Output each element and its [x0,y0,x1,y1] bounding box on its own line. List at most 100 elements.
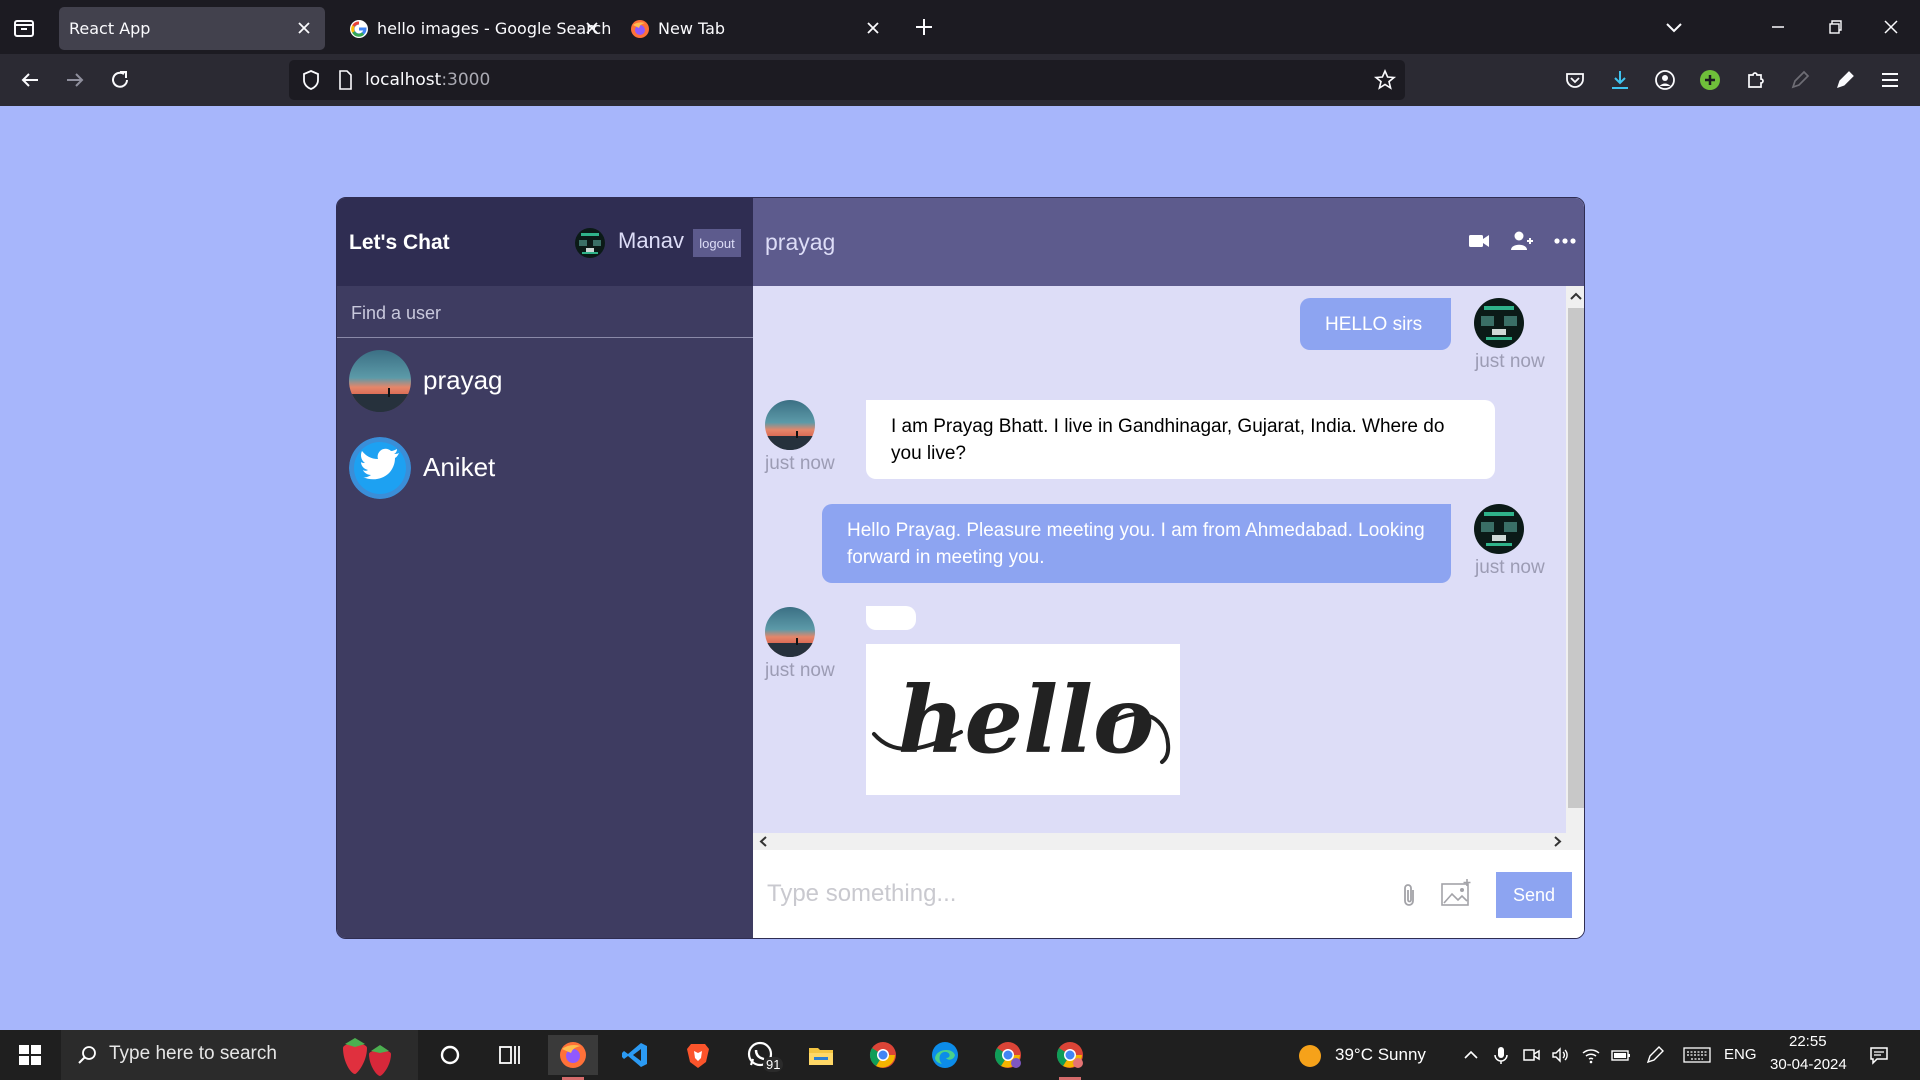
message-avatar [765,400,815,450]
volume-icon[interactable] [1550,1045,1570,1065]
message-avatar [1474,504,1524,554]
attach-paperclip-icon[interactable] [1398,881,1420,909]
new-tab-plus-icon[interactable] [910,13,938,41]
scroll-up-arrow-icon[interactable] [1566,286,1585,306]
message-bubble: Hello Prayag. Pleasure meeting you. I am… [822,504,1451,583]
pen-icon[interactable] [1831,66,1859,94]
taskbar-vscode-icon[interactable] [610,1035,660,1075]
scroll-left-arrow-icon[interactable] [755,833,772,850]
messages-list[interactable]: just now HELLO sirs just now I am Prayag… [753,286,1585,850]
shield-icon[interactable] [299,68,323,92]
forward-arrow-icon[interactable] [61,66,89,94]
browser-nav-bar: localhost:3000 [0,54,1920,106]
pen-disabled-icon[interactable] [1786,66,1814,94]
strawberry-doodle-icon[interactable] [337,1034,403,1078]
tab-overview-icon[interactable] [10,14,38,42]
user-search [337,286,753,338]
message-time: just now [765,660,835,681]
video-call-icon[interactable] [1466,228,1492,254]
add-image-icon[interactable] [1440,878,1472,908]
close-icon[interactable] [293,17,315,39]
scrollbar-thumb[interactable] [1568,308,1584,808]
vertical-scrollbar[interactable] [1566,286,1585,847]
language-indicator[interactable]: ENG [1724,1046,1757,1063]
downloads-icon[interactable] [1606,66,1634,94]
cortana-icon[interactable] [425,1035,475,1075]
firefox-icon [630,19,650,39]
message-input[interactable] [767,876,1387,912]
chat-header: prayag [753,198,1584,286]
wifi-icon[interactable] [1581,1045,1601,1065]
more-options-icon[interactable] [1552,228,1578,254]
windows-start-icon[interactable] [10,1039,50,1071]
page-info-icon[interactable] [333,68,357,92]
battery-icon[interactable] [1611,1045,1631,1065]
contact-item-aniket[interactable]: Aniket [337,425,753,511]
url-host: localhost [365,70,442,90]
taskbar-firefox-icon[interactable] [548,1035,598,1080]
weather-text[interactable]: 39°C Sunny [1335,1045,1426,1065]
taskbar-search-placeholder: Type here to search [109,1043,277,1064]
url-text[interactable]: localhost:3000 [365,70,490,90]
account-icon[interactable] [1651,66,1679,94]
extensions-puzzle-icon[interactable] [1741,66,1769,94]
chat-panel: prayag just now HELLO sirs just now I am… [753,198,1585,938]
taskbar-file-explorer-icon[interactable] [796,1035,846,1075]
notifications-icon[interactable] [1869,1045,1889,1065]
current-user-name: Manav [618,228,685,253]
minimize-icon[interactable] [1764,13,1792,41]
message-image-hello[interactable]: hello [866,644,1180,795]
taskbar-whatsapp-icon[interactable]: 91 [735,1035,785,1075]
current-user-avatar [575,228,605,258]
bookmark-star-icon[interactable] [1373,68,1397,92]
clock-time[interactable]: 22:55 [1789,1033,1827,1050]
message-avatar [1474,298,1524,348]
browser-tab-bar: React App hello images - Google Search N… [0,0,1920,54]
message-time: just now [1475,351,1545,372]
touch-keyboard-icon[interactable] [1683,1045,1711,1065]
list-all-tabs-chevron-icon[interactable] [1660,13,1688,41]
extension-add-icon[interactable] [1696,66,1724,94]
message-bubble-empty [866,606,916,630]
find-user-input[interactable] [351,300,731,326]
tab-react-app[interactable]: React App [59,7,325,50]
contact-name: Aniket [423,452,496,482]
scroll-right-arrow-icon[interactable] [1549,833,1566,850]
taskbar-edge-icon[interactable] [920,1035,970,1075]
taskbar-chrome-icon[interactable] [858,1035,908,1075]
taskbar-chrome-profile-icon[interactable] [983,1035,1033,1075]
menu-hamburger-icon[interactable] [1876,66,1904,94]
address-bar[interactable]: localhost:3000 [289,60,1405,100]
taskbar-chrome-profile-2-icon[interactable] [1045,1035,1095,1080]
task-view-icon[interactable] [485,1035,535,1075]
taskbar-search-box[interactable]: Type here to search [61,1030,418,1080]
send-button[interactable]: Send [1496,872,1572,918]
app-logo: Let's Chat [349,231,450,254]
close-icon[interactable] [862,17,884,39]
chat-container: Let's Chat Manav logout prayag Aniket pr… [336,197,1585,939]
logout-button[interactable]: logout [693,229,741,257]
pen-workspace-icon[interactable] [1645,1045,1665,1065]
camera-icon[interactable] [1521,1045,1541,1065]
contact-item-prayag[interactable]: prayag [337,338,753,424]
microphone-icon[interactable] [1491,1045,1511,1065]
weather-sun-icon[interactable] [1297,1043,1323,1069]
back-arrow-icon[interactable] [16,66,44,94]
restore-icon[interactable] [1821,13,1849,41]
pocket-icon[interactable] [1561,66,1589,94]
clock-date[interactable]: 30-04-2024 [1770,1056,1847,1073]
tab-title: New Tab [658,19,726,38]
reload-icon[interactable] [106,66,134,94]
tab-google-search[interactable]: hello images - Google Search [337,7,613,50]
horizontal-scrollbar[interactable] [753,833,1584,850]
show-hidden-icons-chevron-icon[interactable] [1461,1045,1481,1065]
add-user-icon[interactable] [1509,228,1535,254]
chat-title: prayag [765,229,836,255]
close-icon[interactable] [581,17,603,39]
sidebar: Let's Chat Manav logout prayag Aniket [337,198,753,938]
taskbar-brave-icon[interactable] [673,1035,723,1075]
close-window-icon[interactable] [1877,13,1905,41]
message-time: just now [1475,557,1545,578]
tab-new-tab[interactable]: New Tab [618,7,894,50]
url-port: :3000 [441,70,491,90]
